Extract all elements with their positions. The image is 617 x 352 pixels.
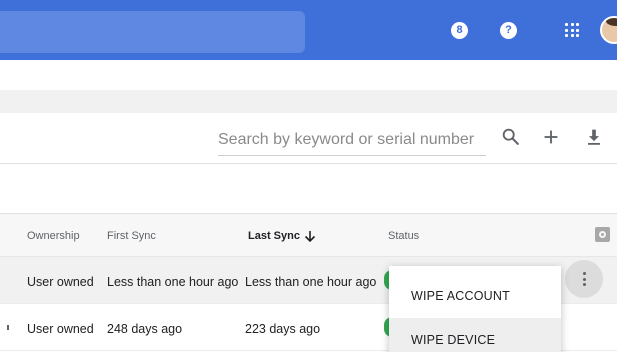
hourglass-badge-icon[interactable]: 8 [451, 22, 468, 39]
cell-last-sync: Less than one hour ago [245, 275, 377, 289]
menu-item-wipe-account[interactable]: WIPE ACCOUNT [389, 274, 561, 318]
global-search-box[interactable] [0, 11, 305, 53]
column-header-ownership[interactable]: Ownership [27, 230, 80, 242]
download-icon[interactable] [583, 125, 605, 149]
column-header-first-sync[interactable]: First Sync [107, 230, 156, 242]
help-icon[interactable]: ? [500, 22, 517, 39]
row-actions-menu: WIPE ACCOUNT WIPE DEVICE [389, 266, 561, 352]
column-header-last-sync[interactable]: Last Sync [248, 230, 300, 242]
row-checkbox-edge[interactable] [7, 325, 9, 330]
section-band [0, 90, 617, 113]
menu-item-wipe-device[interactable]: WIPE DEVICE [389, 318, 561, 352]
cell-ownership: User owned [27, 322, 94, 336]
device-search-input[interactable]: Search by keyword or serial number [218, 131, 486, 156]
sort-descending-icon[interactable] [303, 229, 317, 243]
column-header-status[interactable]: Status [388, 230, 419, 242]
column-settings-icon[interactable] [595, 227, 610, 242]
add-icon[interactable] [540, 125, 562, 149]
cell-ownership: User owned [27, 275, 94, 289]
search-icon[interactable] [500, 125, 522, 149]
avatar[interactable] [600, 16, 617, 44]
cell-last-sync: 223 days ago [245, 322, 321, 336]
table-header: Ownership First Sync Last Sync Status [0, 213, 617, 257]
apps-grid-icon[interactable] [565, 23, 579, 37]
more-actions-button[interactable] [565, 260, 603, 298]
cell-first-sync: Less than one hour ago [107, 275, 239, 289]
cell-first-sync: 248 days ago [107, 322, 183, 336]
toolbar-divider [0, 163, 617, 164]
top-app-bar: 8 ? [0, 0, 617, 60]
